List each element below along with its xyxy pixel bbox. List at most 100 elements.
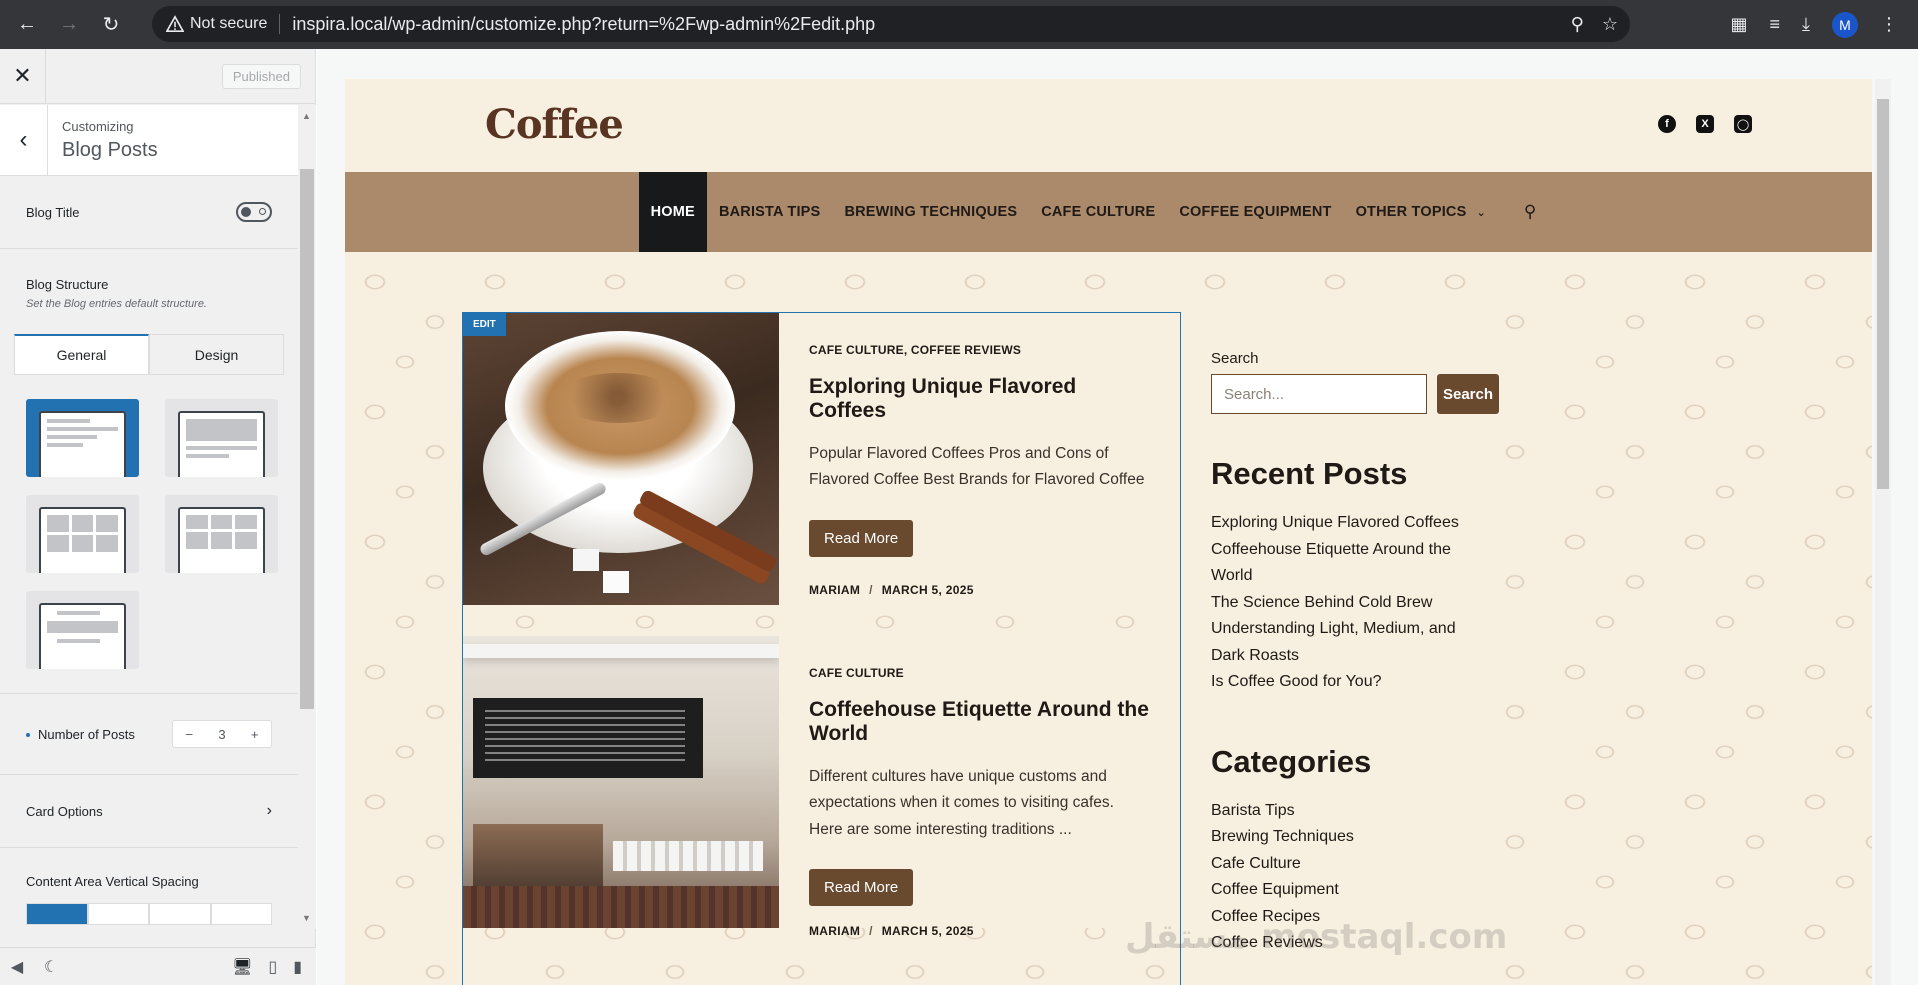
main-navigation: HOME BARISTA TIPS BREWING TECHNIQUES CAF…	[345, 172, 1872, 252]
hide-controls-icon[interactable]: ◀	[0, 957, 34, 977]
published-button[interactable]: Published	[221, 63, 301, 89]
site-logo[interactable]: Coffee	[485, 101, 624, 148]
layout-option-grid[interactable]	[26, 495, 139, 573]
blog-title-row: Blog Title	[0, 176, 298, 248]
spacing-option-1[interactable]	[26, 903, 88, 925]
address-bar[interactable]: Not secure inspira.local/wp-admin/custom…	[152, 6, 1630, 42]
chevron-down-icon: ⌄	[1476, 206, 1486, 219]
x-twitter-icon[interactable]: X	[1696, 115, 1714, 133]
nav-home[interactable]: HOME	[638, 172, 707, 252]
minus-icon[interactable]: −	[173, 727, 206, 742]
dark-mode-moon-icon[interactable]: ☾	[34, 957, 68, 977]
search-submit-button[interactable]: Search	[1437, 374, 1499, 414]
search-icon[interactable]: ⚲	[1498, 172, 1550, 252]
security-indicator[interactable]: Not secure	[166, 15, 267, 33]
recent-post-link[interactable]: The Science Behind Cold Brew	[1211, 590, 1491, 617]
customizer-header: ✕ Published	[0, 48, 315, 104]
posts-count-value[interactable]: 3	[206, 727, 239, 742]
card-options-label: Card Options	[26, 803, 103, 819]
instagram-icon[interactable]: ◯	[1734, 115, 1752, 133]
watermark: مستقل mostaql.com	[1125, 917, 1508, 957]
recent-post-link[interactable]: Understanding Light, Medium, and Dark Ro…	[1211, 616, 1491, 669]
nav-other-topics-label: OTHER TOPICS	[1355, 204, 1467, 220]
search-input[interactable]	[1211, 374, 1427, 414]
download-icon[interactable]: ⤓	[1802, 14, 1810, 35]
spacing-option-3[interactable]	[149, 903, 211, 925]
close-icon[interactable]: ✕	[0, 48, 46, 104]
layout-option-cover[interactable]	[26, 591, 139, 669]
browser-toolbar: ← → ↻ Not secure inspira.local/wp-admin/…	[0, 0, 1918, 49]
post-excerpt: Different cultures have unique customs a…	[809, 768, 1114, 838]
profile-avatar[interactable]: M	[1832, 11, 1858, 38]
tab-design[interactable]: Design	[149, 334, 284, 374]
mobile-preview-icon[interactable]: ▮	[293, 957, 302, 977]
post-categories[interactable]: CAFE CULTURE, COFFEE REVIEWS	[809, 343, 1149, 357]
scroll-down-arrow-icon[interactable]: ▼	[302, 913, 311, 923]
post-card: CAFE CULTURE, COFFEE REVIEWS Exploring U…	[463, 313, 1180, 605]
sidebar-scrollbar[interactable]: ▲ ▼	[298, 105, 316, 929]
omnibox-divider	[279, 14, 281, 34]
nav-other-topics[interactable]: OTHER TOPICS ⌄	[1344, 172, 1498, 252]
number-of-posts-row: Number of Posts − 3 +	[0, 694, 298, 774]
content-spacing-options	[26, 903, 272, 925]
plus-icon[interactable]: +	[238, 727, 271, 742]
forward-arrow-icon[interactable]: →	[54, 10, 84, 40]
site-header: Coffee f X ◯	[345, 79, 1872, 172]
post-thumbnail[interactable]	[463, 313, 779, 605]
nav-coffee-equipment[interactable]: COFFEE EQUIPMENT	[1167, 172, 1343, 252]
tab-general[interactable]: General	[14, 334, 149, 374]
post-card: CAFE CULTURE Coffeehouse Etiquette Aroun…	[463, 636, 1180, 938]
nav-brewing-techniques[interactable]: BREWING TECHNIQUES	[832, 172, 1029, 252]
posts-container: EDIT CAFE CULTURE, COFFEE REVIEWS Explor…	[462, 312, 1181, 985]
read-more-button[interactable]: Read More	[809, 869, 914, 907]
back-arrow-icon[interactable]: ←	[12, 10, 42, 40]
blog-structure-description: Set the Blog entries default structure.	[26, 298, 207, 310]
post-author[interactable]: MARIAM	[809, 583, 860, 597]
post-date[interactable]: MARCH 5, 2025	[882, 583, 974, 597]
layout-option-masonry[interactable]	[165, 495, 278, 573]
post-author[interactable]: MARIAM	[809, 924, 860, 938]
social-links: f X ◯	[1658, 115, 1752, 133]
chevron-left-icon[interactable]: ‹	[0, 105, 48, 175]
reload-icon[interactable]: ↻	[96, 10, 126, 40]
kebab-menu-icon[interactable]: ⋮	[1880, 14, 1898, 35]
nav-barista-tips[interactable]: BARISTA TIPS	[707, 172, 833, 252]
media-queue-icon[interactable]: ≡	[1770, 14, 1781, 35]
preview-scrollbar[interactable]	[1875, 79, 1891, 985]
desktop-preview-icon[interactable]: 🖥	[232, 957, 252, 977]
blog-title-toggle[interactable]	[236, 202, 272, 222]
read-more-button[interactable]: Read More	[809, 519, 914, 557]
layout-option-classic[interactable]	[165, 399, 278, 477]
category-link[interactable]: Barista Tips	[1211, 798, 1491, 825]
post-date[interactable]: MARCH 5, 2025	[882, 924, 974, 938]
number-of-posts-label: Number of Posts	[38, 726, 135, 742]
scrollbar-thumb[interactable]	[300, 169, 314, 709]
spacing-option-2[interactable]	[87, 903, 149, 925]
blog-structure-label: Blog Structure	[26, 277, 109, 292]
zoom-icon[interactable]: ⚲	[1571, 14, 1584, 35]
spacing-option-4[interactable]	[210, 903, 272, 925]
url-text[interactable]: inspira.local/wp-admin/customize.php?ret…	[292, 14, 875, 35]
number-of-posts-stepper[interactable]: − 3 +	[172, 720, 272, 748]
scrollbar-thumb[interactable]	[1877, 99, 1889, 489]
category-link[interactable]: Cafe Culture	[1211, 851, 1491, 878]
post-title[interactable]: Exploring Unique Flavored Coffees	[809, 375, 1149, 423]
recent-post-link[interactable]: Coffeehouse Etiquette Around the World	[1211, 537, 1491, 590]
card-options-row[interactable]: Card Options ›	[0, 775, 298, 847]
extensions-icon[interactable]: ▦	[1731, 14, 1748, 35]
recent-post-link[interactable]: Is Coffee Good for You?	[1211, 669, 1491, 696]
tablet-preview-icon[interactable]: ▯	[268, 957, 277, 977]
category-link[interactable]: Brewing Techniques	[1211, 824, 1491, 851]
post-thumbnail[interactable]	[463, 636, 779, 928]
facebook-icon[interactable]: f	[1658, 115, 1676, 133]
edit-shortcut-button[interactable]: EDIT	[463, 313, 506, 336]
layout-option-simple[interactable]	[26, 399, 139, 477]
post-title[interactable]: Coffeehouse Etiquette Around the World	[809, 698, 1149, 746]
bookmark-star-icon[interactable]: ☆	[1602, 14, 1618, 35]
post-categories[interactable]: CAFE CULTURE	[809, 666, 1149, 680]
category-link[interactable]: Coffee Equipment	[1211, 877, 1491, 904]
scroll-up-arrow-icon[interactable]: ▲	[302, 111, 311, 121]
recent-posts-title: Recent Posts	[1211, 456, 1408, 491]
nav-cafe-culture[interactable]: CAFE CULTURE	[1029, 172, 1167, 252]
recent-post-link[interactable]: Exploring Unique Flavored Coffees	[1211, 510, 1491, 537]
